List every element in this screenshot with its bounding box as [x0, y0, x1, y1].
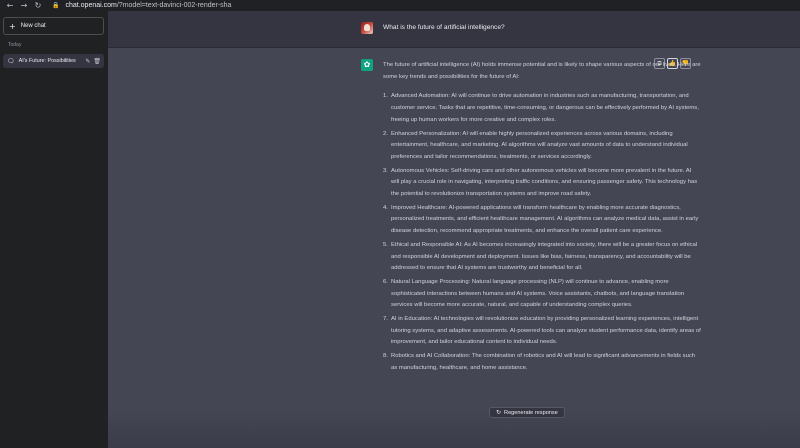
- lock-icon: 🔒: [52, 2, 60, 9]
- new-chat-label: New chat: [20, 23, 46, 29]
- reload-icon[interactable]: ↻: [34, 0, 42, 11]
- sidebar-chat-item[interactable]: 🗨 AI's Future: Possibilities ✎ 🗑: [3, 54, 104, 68]
- assistant-answer: The future of artificial intelligence (A…: [383, 60, 701, 377]
- list-item: 1. Advanced Automation: AI will continue …: [383, 93, 699, 123]
- user-avatar: [361, 22, 373, 34]
- list-item: 7. AI in Education: AI technologies will …: [383, 316, 701, 346]
- assistant-logo-icon: ✿: [361, 59, 373, 71]
- user-question: What is the future of artificial intelli…: [383, 24, 505, 31]
- bottom-fade: [108, 408, 800, 448]
- forward-icon[interactable]: →: [20, 0, 28, 11]
- address-bar[interactable]: chat.openai.com/?model=text-davinci-002-…: [65, 2, 231, 9]
- assistant-message-row: ✿ ⧉ 👍 👎 The future of artificial intelli…: [108, 48, 800, 448]
- plus-icon: +: [9, 21, 16, 31]
- regenerate-response-button[interactable]: ↻ Regenerate response: [489, 407, 565, 418]
- answer-intro: The future of artificial intelligence (A…: [383, 62, 701, 80]
- list-item: 3. Autonomous Vehicles: Self-driving cars…: [383, 167, 698, 198]
- url-host: chat.openai.com: [65, 2, 117, 9]
- list-item: 2. Enhanced Personalization: AI will enab…: [383, 130, 688, 160]
- edit-icon[interactable]: ✎: [85, 58, 90, 65]
- chat-title: AI's Future: Possibilities: [18, 58, 76, 64]
- user-message-row: What is the future of artificial intelli…: [108, 11, 800, 48]
- list-item: 4. Improved Healthcare: AI-powered applic…: [383, 204, 699, 235]
- list-item: 8. Robotics and AI Collaboration: The com…: [383, 353, 696, 371]
- list-item: 6. Natural Language Processing: Natural l…: [383, 278, 685, 309]
- list-item: 5. Ethical and Responsible AI: As AI beco…: [383, 241, 698, 272]
- section-label-today: Today: [8, 42, 22, 48]
- new-chat-button[interactable]: + New chat: [3, 17, 104, 35]
- url-path: /?model=text-davinci-002-render-sha: [116, 2, 232, 9]
- regenerate-icon: ↻: [496, 409, 502, 416]
- sidebar: + New chat Today 🗨 AI's Future: Possibil…: [0, 11, 108, 448]
- chat-bubble-icon: 🗨: [7, 57, 15, 65]
- answer-list: 1. Advanced Automation: AI will continue …: [383, 91, 701, 374]
- delete-icon[interactable]: 🗑: [93, 58, 101, 65]
- chat-main: What is the future of artificial intelli…: [108, 11, 800, 448]
- browser-toolbar: ← → ↻ 🔒 chat.openai.com/?model=text-davi…: [0, 0, 800, 11]
- back-icon[interactable]: ←: [6, 0, 14, 11]
- regenerate-label: Regenerate response: [504, 409, 558, 416]
